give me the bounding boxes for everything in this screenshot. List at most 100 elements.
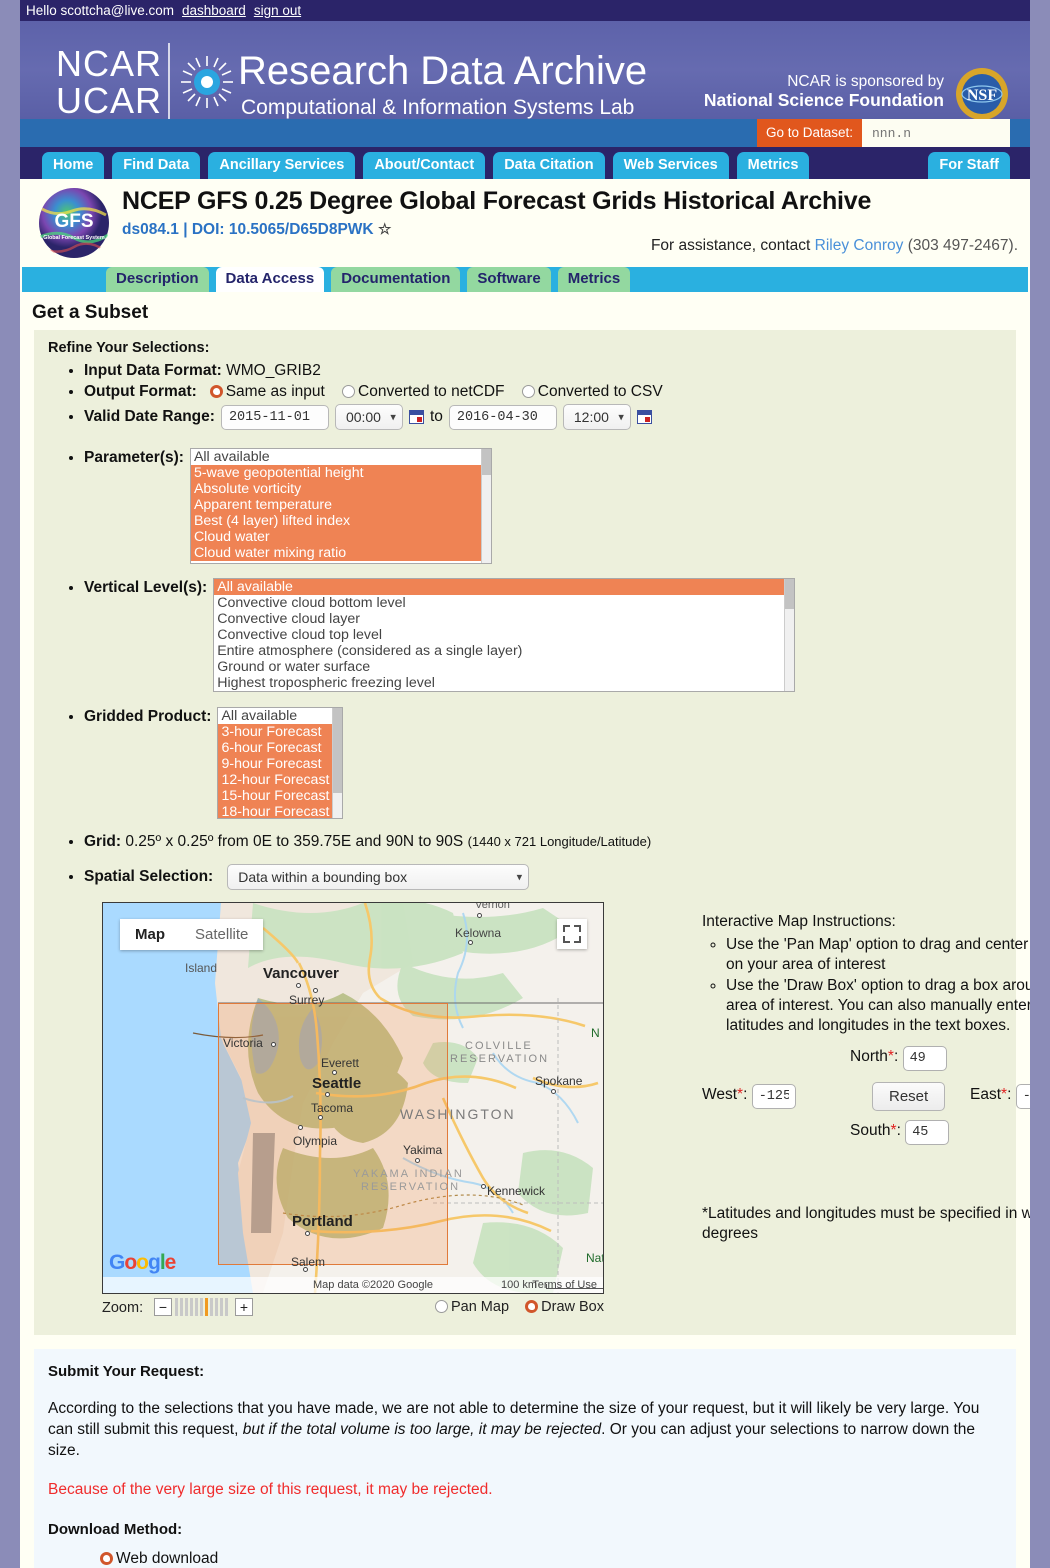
web-download-label[interactable]: Web download [116, 1550, 218, 1567]
product-option[interactable]: 6-hour Forecast [218, 740, 343, 756]
output-format-option-0[interactable]: Same as input [226, 383, 325, 400]
dataset-id-link[interactable]: ds084.1 [122, 221, 179, 238]
product-option[interactable]: 9-hour Forecast [218, 756, 343, 772]
radio-same-as-input[interactable] [209, 385, 223, 398]
refine-selections-panel: Refine Your Selections: Input Data Forma… [34, 330, 1030, 1335]
draw-box-label[interactable]: Draw Box [541, 1299, 604, 1315]
map-city-dot-icon [303, 1267, 308, 1272]
start-calendar-icon[interactable] [408, 410, 424, 424]
product-option[interactable]: 3-hour Forecast [218, 724, 343, 740]
sponsor-line-2: National Science Foundation [703, 90, 944, 110]
map-label: N [591, 1026, 600, 1040]
coordinates-footnote: *Latitudes and longitudes must be specif… [702, 1205, 1030, 1242]
radio-pan-map[interactable] [434, 1300, 448, 1313]
level-option[interactable]: Convective cloud top level [214, 627, 794, 643]
end-calendar-icon[interactable] [636, 410, 652, 424]
nav-item-about-contact[interactable]: About/Contact [363, 152, 486, 179]
goto-dataset-input[interactable] [862, 119, 1010, 147]
level-option[interactable]: Highest tropospheric freezing level [214, 675, 794, 691]
tab-data-access[interactable]: Data Access [215, 267, 325, 292]
reset-button[interactable]: Reset [872, 1082, 946, 1111]
level-option[interactable]: Ground or water surface [214, 659, 794, 675]
input-format-value: WMO_GRIB2 [226, 362, 321, 379]
terms-of-use-link[interactable]: Terms of Use [532, 1277, 597, 1293]
tab-metrics[interactable]: Metrics [557, 267, 631, 292]
ncar-ucar-logo: NCAR UCAR [56, 45, 162, 119]
levels-listbox[interactable]: All available Convective cloud bottom le… [213, 578, 796, 692]
product-option[interactable]: 15-hour Forecast [218, 788, 343, 804]
start-date-input[interactable] [220, 404, 329, 430]
tab-software[interactable]: Software [467, 267, 551, 292]
output-format-option-1[interactable]: Converted to netCDF [358, 383, 504, 400]
level-option[interactable]: Convective cloud layer [214, 611, 794, 627]
map-city-dot-icon [313, 988, 318, 993]
interactive-map[interactable]: Vernon Kelowna Island Vancouver Surrey Victor… [102, 902, 604, 1294]
parameters-listbox[interactable]: All available 5-wave geopotential height… [189, 448, 492, 564]
north-colon: : [893, 1048, 899, 1065]
greeting-text: Hello scottcha@live.com [26, 3, 175, 18]
output-format-option-2[interactable]: Converted to CSV [538, 383, 663, 400]
map-label: Portland [292, 1213, 353, 1230]
north-input[interactable] [902, 1046, 947, 1071]
product-option[interactable]: 18-hour Forecast [218, 804, 343, 818]
zoom-out-button[interactable]: − [154, 1298, 172, 1316]
start-time-select[interactable]: 00:00 [334, 404, 403, 430]
product-label: Gridded Product: [84, 708, 212, 725]
radio-converted-netcdf[interactable] [342, 385, 356, 398]
pan-map-label[interactable]: Pan Map [451, 1299, 509, 1315]
tab-description[interactable]: Description [106, 267, 209, 292]
parameter-option[interactable]: Best (4 layer) lifted index [190, 513, 491, 529]
nav-item-web-services[interactable]: Web Services [612, 152, 729, 179]
south-input[interactable] [905, 1120, 950, 1145]
tab-documentation[interactable]: Documentation [331, 267, 461, 292]
doi-link[interactable]: DOI: 10.5065/D65D8PWK [192, 221, 374, 238]
parameter-option[interactable]: Apparent temperature [190, 497, 491, 513]
radio-converted-csv[interactable] [521, 385, 535, 398]
map-type-map-button[interactable]: Map [120, 919, 180, 950]
parameter-option[interactable]: All available [191, 449, 491, 465]
favorite-star-icon[interactable]: ☆ [378, 221, 391, 238]
nav-item-home[interactable]: Home [42, 152, 105, 179]
grid-row: Grid: 0.25º x 0.25º from 0E to 359.75E a… [84, 833, 1016, 851]
nav-item-data-citation[interactable]: Data Citation [493, 152, 605, 179]
parameters-scrollbar[interactable] [480, 449, 491, 563]
spatial-selection-select[interactable]: Data within a bounding box [227, 864, 530, 890]
signout-link[interactable]: sign out [254, 3, 301, 18]
dashboard-link[interactable]: dashboard [182, 3, 246, 18]
nav-item-metrics[interactable]: Metrics [736, 152, 810, 179]
map-type-satellite-button[interactable]: Satellite [180, 919, 263, 950]
west-input[interactable] [751, 1084, 796, 1109]
product-scrollbar[interactable] [332, 708, 343, 818]
map-label: Tacoma [311, 1101, 354, 1115]
radio-web-download[interactable] [100, 1552, 113, 1565]
goto-dataset-strip: Go to Dataset: [20, 119, 1030, 147]
end-date-input[interactable] [448, 404, 557, 430]
map-city-dot-icon [468, 940, 473, 945]
map-attribution: Map data ©2020 Google 100 km Terms of Us… [103, 1277, 603, 1293]
parameter-option[interactable]: Cloud water [190, 529, 491, 545]
map-city-dot-icon [551, 1089, 556, 1094]
end-time-select[interactable]: 12:00 [562, 404, 631, 430]
level-option[interactable]: All available [214, 579, 795, 595]
product-option[interactable]: All available [218, 708, 342, 724]
east-input[interactable] [1015, 1084, 1030, 1109]
product-option[interactable]: 12-hour Forecast [218, 772, 343, 788]
fullscreen-icon[interactable] [557, 919, 587, 949]
zoom-in-button[interactable]: + [235, 1298, 253, 1316]
parameter-option[interactable]: 5-wave geopotential height [190, 465, 491, 481]
radio-draw-box[interactable] [525, 1300, 539, 1313]
product-listbox[interactable]: All available 3-hour Forecast 6-hour For… [217, 707, 344, 819]
nav-item-ancillary-services[interactable]: Ancillary Services [208, 152, 356, 179]
parameter-option[interactable]: Absolute vorticity [190, 481, 491, 497]
levels-scrollbar[interactable] [784, 579, 795, 691]
map-label: Olympia [293, 1134, 338, 1148]
level-option[interactable]: Convective cloud bottom level [214, 595, 794, 611]
level-option[interactable]: Entire atmosphere (considered as a singl… [214, 643, 794, 659]
nav-item-for-staff[interactable]: For Staff [928, 152, 1010, 179]
date-range-to-word: to [429, 408, 443, 425]
contact-person-link[interactable]: Riley Conroy [815, 237, 904, 254]
nav-item-find-data[interactable]: Find Data [112, 152, 201, 179]
grid-label: Grid: [84, 833, 122, 850]
zoom-slider[interactable] [175, 1298, 228, 1316]
parameter-option[interactable]: Cloud water mixing ratio [190, 545, 491, 561]
